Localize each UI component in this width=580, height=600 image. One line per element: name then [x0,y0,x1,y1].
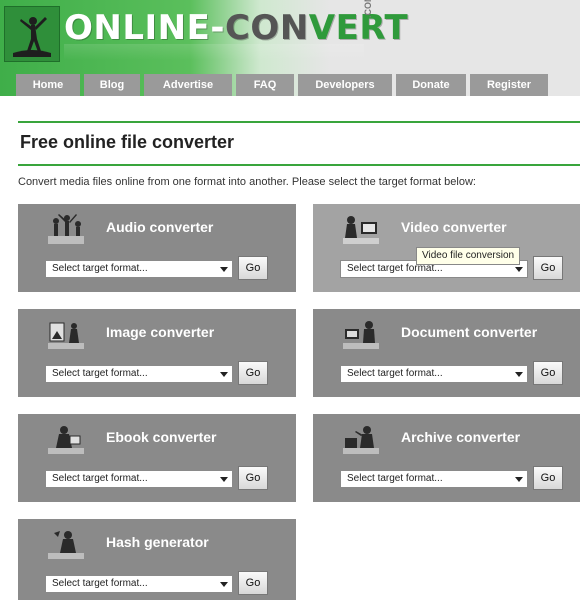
chevron-down-icon [220,372,228,377]
nav-home[interactable]: Home [16,74,80,96]
select-placeholder: Select target format... [52,578,148,589]
select-placeholder: Select target format... [52,473,148,484]
converter-card-audio: Audio converter Select target format... … [18,204,296,292]
video-person-icon [341,212,381,248]
target-format-select[interactable]: Select target format... [340,470,528,488]
title-bottom-rule [18,164,580,166]
target-format-select[interactable]: Select target format... [340,365,528,383]
main-nav: Home Blog Advertise FAQ Developers Donat… [16,74,548,96]
logo-com: .COM [363,0,373,18]
nav-register[interactable]: Register [470,74,548,96]
nav-advertise[interactable]: Advertise [144,74,232,96]
converter-title: Document converter [401,324,538,340]
logo-word-con: CON [224,8,309,48]
site-header: ONLINE-CONVERT .COM Home Blog Advertise … [0,0,580,96]
chevron-down-icon [515,477,523,482]
select-placeholder: Select target format... [347,368,443,379]
logo-reflection [64,44,364,60]
image-person-icon [46,317,86,353]
site-logo[interactable]: ONLINE-CONVERT [64,8,408,48]
go-button[interactable]: Go [533,256,563,280]
document-person-icon [341,317,381,353]
go-button[interactable]: Go [238,571,268,595]
nav-developers[interactable]: Developers [298,74,392,96]
converter-title: Image converter [106,324,215,340]
go-button[interactable]: Go [238,466,268,490]
archive-person-icon [341,422,381,458]
hash-person-icon [46,527,86,563]
chevron-down-icon [220,267,228,272]
page-description: Convert media files online from one form… [18,176,476,188]
nav-faq[interactable]: FAQ [236,74,294,96]
chevron-down-icon [220,582,228,587]
chevron-down-icon [515,267,523,272]
audio-people-icon [46,212,86,248]
ebook-reader-icon [46,422,86,458]
page-title: Free online file converter [20,132,235,152]
nav-blog[interactable]: Blog [84,74,140,96]
go-button[interactable]: Go [533,361,563,385]
go-button[interactable]: Go [238,361,268,385]
select-placeholder: Select target format... [52,368,148,379]
title-top-rule [18,121,580,123]
converter-title: Video converter [401,219,507,235]
converter-card-image: Image converter Select target format... … [18,309,296,397]
converter-title: Archive converter [401,429,521,445]
go-button[interactable]: Go [533,466,563,490]
select-placeholder: Select target format... [52,263,148,274]
converter-card-archive: Archive converter Select target format..… [313,414,580,502]
chevron-down-icon [220,477,228,482]
chevron-down-icon [515,372,523,377]
converter-title: Audio converter [106,219,214,235]
go-button[interactable]: Go [238,256,268,280]
converter-title: Ebook converter [106,429,217,445]
logo-dash: - [210,8,225,48]
target-format-select[interactable]: Select target format... [45,365,233,383]
nav-donate[interactable]: Donate [396,74,466,96]
converter-title: Hash generator [106,534,209,550]
target-format-select[interactable]: Select target format... [45,470,233,488]
target-format-select[interactable]: Select target format... [45,575,233,593]
select-placeholder: Select target format... [347,473,443,484]
target-format-select[interactable]: Select target format... [45,260,233,278]
logo-word-online: ONLINE [64,8,211,48]
logo-icon[interactable] [4,6,60,62]
converter-card-ebook: Ebook converter Select target format... … [18,414,296,502]
converter-card-hash: Hash generator Select target format... G… [18,519,296,600]
logo-word-vert: VERT [308,8,409,48]
converter-card-document: Document converter Select target format.… [313,309,580,397]
video-tooltip: Video file conversion [416,247,521,265]
